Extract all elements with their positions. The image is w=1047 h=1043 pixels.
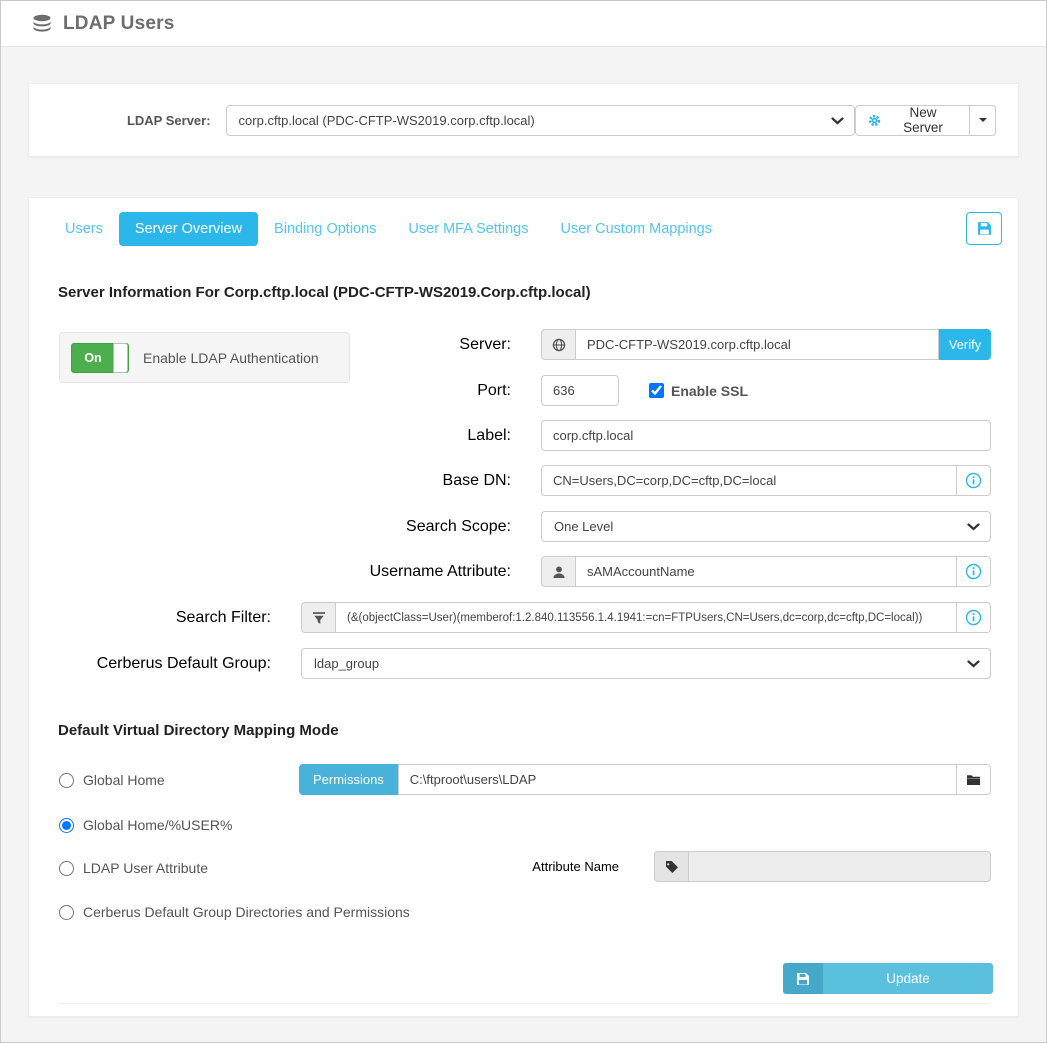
update-button[interactable]: Update (783, 963, 993, 994)
app-window: LDAP Users LDAP Server: corp.cftp.local … (0, 0, 1047, 1043)
global-home-radio[interactable] (59, 773, 74, 788)
search-filter-row: Search Filter: (29, 602, 991, 633)
port-input[interactable] (541, 375, 619, 406)
ldap-server-label: LDAP Server: (51, 113, 211, 128)
new-server-split-button: New Server (855, 105, 996, 136)
tab-binding-options[interactable]: Binding Options (258, 212, 392, 246)
caret-down-icon (979, 118, 987, 122)
label-input[interactable] (541, 420, 991, 451)
new-server-button[interactable]: New Server (855, 105, 970, 136)
tab-server-overview[interactable]: Server Overview (119, 212, 258, 246)
person-icon (541, 556, 575, 587)
global-home-user-label[interactable]: Global Home/%USER% (83, 817, 232, 833)
page-title: LDAP Users (63, 13, 174, 35)
new-server-button-label: New Server (888, 105, 958, 135)
tab-user-mfa-settings[interactable]: User MFA Settings (392, 212, 544, 246)
global-home-label[interactable]: Global Home (83, 772, 165, 788)
chevron-down-icon (831, 117, 844, 125)
new-server-dropdown-toggle[interactable] (970, 105, 996, 136)
ldap-server-selected-value: corp.cftp.local (PDC-CFTP-WS2019.corp.cf… (239, 113, 535, 128)
verify-button[interactable]: Verify (939, 329, 991, 360)
search-scope-row: Search Scope: One Level (29, 511, 991, 542)
default-group-selected-value: ldap_group (314, 656, 379, 671)
info-circle-icon[interactable] (957, 465, 991, 496)
global-home-path-row: Permissions (299, 764, 991, 795)
mapping-option-default-group-dirs: Cerberus Default Group Directories and P… (59, 904, 410, 920)
port-label: Port: (29, 382, 541, 400)
server-input[interactable] (575, 329, 939, 360)
gear-icon (867, 113, 882, 128)
search-scope-select[interactable]: One Level (541, 511, 991, 542)
enable-ssl-checkbox[interactable] (649, 383, 664, 398)
base-dn-row: Base DN: (29, 465, 991, 496)
username-attribute-label: Username Attribute: (29, 563, 541, 581)
attribute-name-input[interactable] (688, 851, 991, 882)
username-attribute-row: Username Attribute: (29, 556, 991, 587)
mapping-option-global-home: Global Home (59, 772, 165, 788)
base-dn-input[interactable] (541, 465, 957, 496)
info-circle-icon[interactable] (957, 602, 991, 633)
attribute-name-label: Attribute Name (29, 859, 654, 874)
info-circle-icon[interactable] (957, 556, 991, 587)
search-filter-label: Search Filter: (29, 609, 301, 627)
ldap-server-select[interactable]: corp.cftp.local (PDC-CFTP-WS2019.corp.cf… (226, 105, 855, 136)
base-dn-label: Base DN: (29, 472, 541, 490)
tag-icon (654, 851, 688, 882)
update-button-label: Update (823, 963, 993, 994)
floppy-disk-icon (977, 221, 992, 236)
server-information-title: Server Information For Corp.cftp.local (… (58, 284, 591, 301)
attribute-name-row: Attribute Name (29, 851, 991, 882)
search-filter-input[interactable] (335, 602, 957, 633)
port-row: Port: Enable SSL (29, 375, 991, 406)
ldap-settings-panel: Users Server Overview Binding Options Us… (28, 197, 1019, 1017)
default-group-label: Cerberus Default Group: (29, 655, 301, 673)
default-group-dirs-radio[interactable] (59, 905, 74, 920)
floppy-disk-icon (783, 963, 823, 994)
label-label: Label: (29, 427, 541, 445)
permissions-button[interactable]: Permissions (299, 764, 398, 795)
app-header: LDAP Users (1, 1, 1046, 47)
tab-bar: Users Server Overview Binding Options Us… (49, 212, 728, 246)
globe-icon (541, 329, 575, 360)
tab-users[interactable]: Users (49, 212, 119, 246)
server-selector-panel: LDAP Server: corp.cftp.local (PDC-CFTP-W… (28, 83, 1019, 157)
default-group-dirs-label[interactable]: Cerberus Default Group Directories and P… (83, 904, 410, 920)
username-attribute-input[interactable] (575, 556, 957, 587)
chevron-down-icon (967, 660, 980, 668)
enable-ssl-option: Enable SSL (649, 383, 748, 399)
server-label: Server: (29, 336, 541, 354)
chevron-down-icon (967, 523, 980, 531)
tab-user-custom-mappings[interactable]: User Custom Mappings (545, 212, 729, 246)
global-home-path-input[interactable] (398, 764, 957, 795)
label-row: Label: (29, 420, 991, 451)
save-button[interactable] (966, 212, 1002, 245)
funnel-icon (301, 602, 335, 633)
default-group-select[interactable]: ldap_group (301, 648, 991, 679)
enable-ssl-label: Enable SSL (671, 383, 748, 399)
mapping-option-global-home-user: Global Home/%USER% (59, 817, 232, 833)
folder-icon[interactable] (957, 764, 991, 795)
search-scope-selected-value: One Level (554, 519, 613, 534)
global-home-user-radio[interactable] (59, 818, 74, 833)
database-icon (31, 14, 53, 34)
default-group-row: Cerberus Default Group: ldap_group (29, 648, 991, 679)
mapping-mode-title: Default Virtual Directory Mapping Mode (58, 722, 339, 739)
search-scope-label: Search Scope: (29, 518, 541, 536)
server-row: Server: Verify (29, 329, 991, 360)
footer-divider (58, 1003, 989, 1004)
